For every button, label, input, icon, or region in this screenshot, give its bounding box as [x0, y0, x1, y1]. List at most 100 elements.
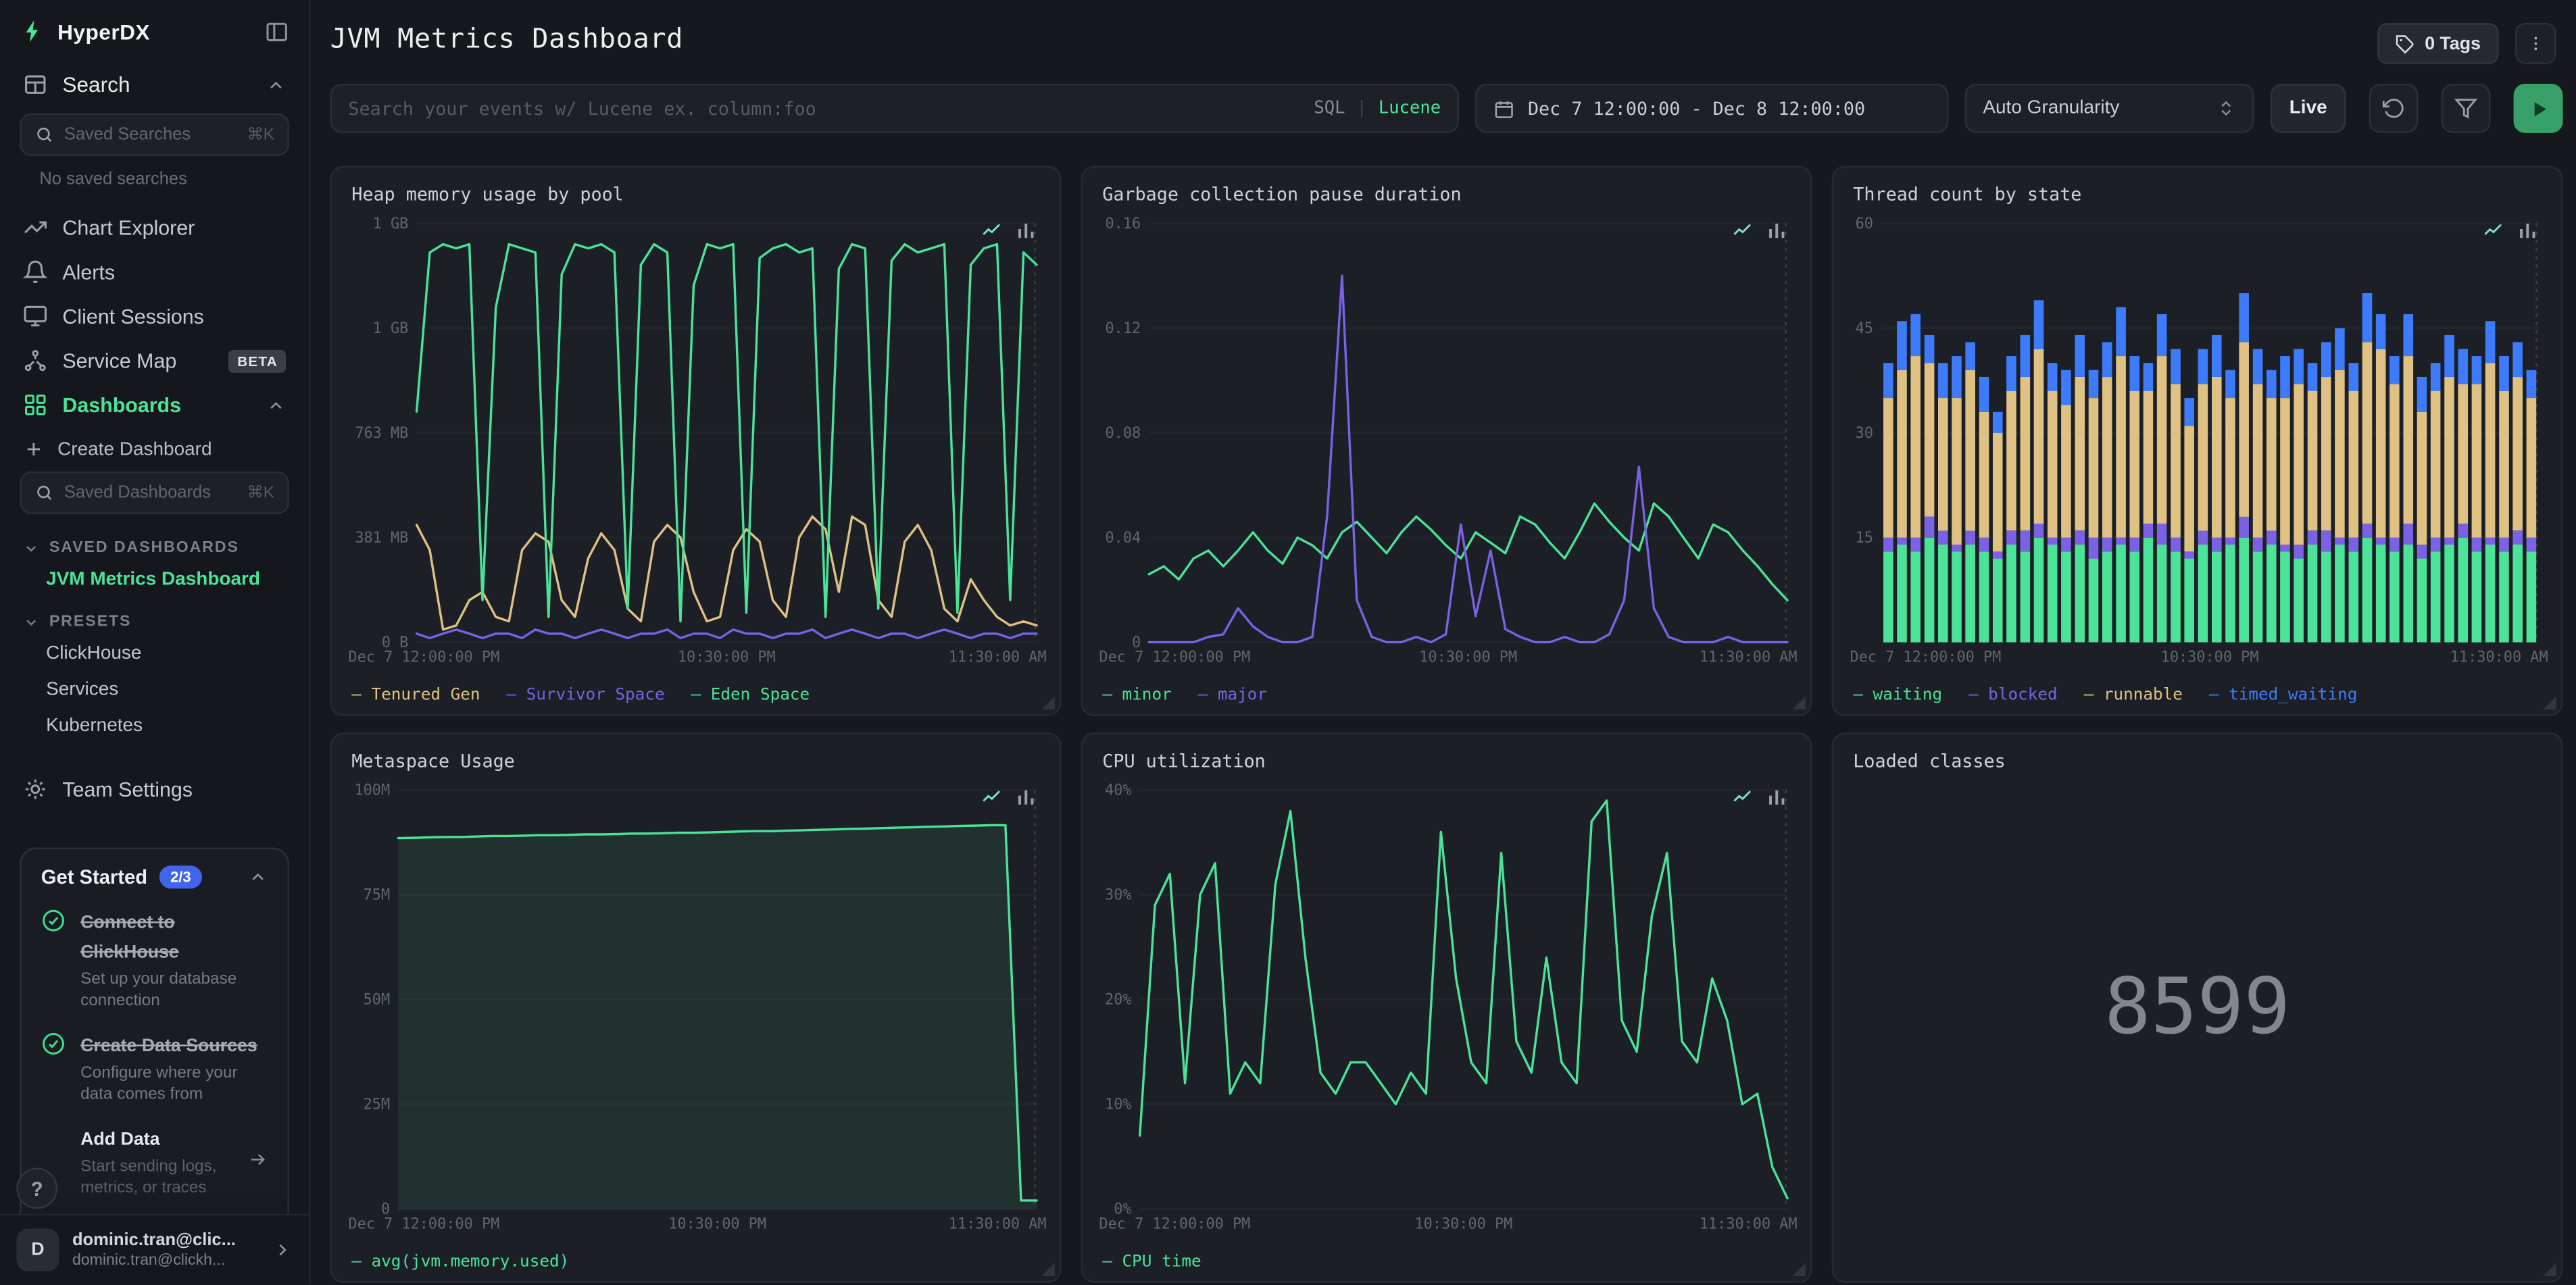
shortcut-hint: ⌘K — [247, 483, 274, 502]
sidebar-item-kubernetes[interactable]: Kubernetes — [0, 708, 309, 744]
line-chart-icon[interactable] — [1731, 220, 1753, 242]
svg-text:11:30:00 AM: 11:30:00 AM — [1700, 649, 1798, 665]
bar-chart-icon[interactable] — [1015, 220, 1037, 242]
sql-toggle[interactable]: SQL — [1314, 99, 1345, 118]
sidebar-item-jvm-metrics-dashboard[interactable]: JVM Metrics Dashboard — [0, 561, 309, 597]
monitor-icon — [23, 304, 47, 328]
chart-panel-loaded-classes: Loaded classes 8599 — [1831, 732, 2563, 1283]
user-menu[interactable]: D dominic.tran@clic... dominic.tran@clic… — [0, 1213, 309, 1285]
svg-text:10:30:00 PM: 10:30:00 PM — [668, 1215, 766, 1232]
granularity-value: Auto Granularity — [1983, 98, 2120, 119]
chevron-up-icon — [266, 395, 286, 415]
sidebar-section-search[interactable]: Search — [0, 59, 309, 110]
check-circle-icon — [41, 908, 66, 932]
legend-item[interactable]: — Tenured Gen — [351, 686, 480, 705]
svg-text:10%: 10% — [1105, 1097, 1132, 1113]
legend-item[interactable]: — CPU time — [1102, 1253, 1201, 1271]
chart-canvas[interactable]: 60 45 30 15 Dec 7 12:00:00 PM 10:30:00 PM 11:3… — [1847, 213, 2548, 665]
svg-text:381 MB: 381 MB — [355, 530, 408, 547]
sidebar-item-alerts[interactable]: Alerts — [0, 250, 309, 295]
legend-item[interactable]: — timed_waiting — [2209, 686, 2358, 705]
svg-text:20%: 20% — [1105, 992, 1132, 1009]
date-range-picker[interactable]: Dec 7 12:00:00 - Dec 8 12:00:00 — [1475, 83, 1949, 133]
user-email: dominic.tran@clickh... — [72, 1251, 226, 1269]
create-dashboard-button[interactable]: Create Dashboard — [0, 427, 309, 468]
bar-chart-icon[interactable] — [1015, 787, 1037, 809]
legend-item[interactable]: — blocked — [1968, 686, 2058, 705]
resize-handle[interactable] — [1792, 1263, 1806, 1276]
get-started-card: Get Started 2/3 Connect to ClickHouse Se… — [20, 847, 289, 1244]
tags-label: 0 Tags — [2425, 33, 2481, 54]
hyperdx-logo-icon — [20, 18, 46, 45]
chart-legend: — minor — major — [1102, 686, 1267, 705]
lucene-toggle[interactable]: Lucene — [1379, 99, 1441, 118]
presets-section-header[interactable]: PRESETS — [0, 598, 309, 636]
chart-canvas[interactable]: 100M 75M 50M 25M 0 Dec 7 12:00:00 PM 10:30:00 … — [345, 780, 1047, 1232]
resize-handle[interactable] — [1041, 1263, 1055, 1276]
saved-searches-input[interactable]: Saved Searches ⌘K — [20, 113, 289, 156]
nav-label: Client Sessions — [62, 304, 204, 328]
saved-dashboards-section-header[interactable]: SAVED DASHBOARDS — [0, 524, 309, 562]
svg-text:60: 60 — [1856, 216, 1873, 232]
legend-item[interactable]: — runnable — [2084, 686, 2183, 705]
sidebar-item-clickhouse[interactable]: ClickHouse — [0, 636, 309, 672]
sidebar-item-dashboards[interactable]: Dashboards — [0, 382, 309, 427]
sidebar-item-chart-explorer[interactable]: Chart Explorer — [0, 205, 309, 250]
legend-item[interactable]: — minor — [1102, 686, 1171, 705]
saved-dashboards-input[interactable]: Saved Dashboards ⌘K — [20, 471, 289, 514]
check-circle-icon — [41, 1032, 66, 1056]
run-query-button[interactable] — [2513, 83, 2563, 133]
sidebar-item-team-settings[interactable]: Team Settings — [0, 767, 309, 811]
resize-handle[interactable] — [2543, 1263, 2556, 1276]
search-icon — [34, 125, 54, 145]
chevron-down-icon — [26, 619, 36, 625]
resize-handle[interactable] — [1041, 696, 1055, 710]
live-button[interactable]: Live — [2270, 83, 2346, 133]
tags-button[interactable]: 0 Tags — [2377, 23, 2499, 64]
app-window: HyperDX Search Saved Searches ⌘K No save… — [0, 0, 2576, 1285]
chart-panel-heap-memory: Heap memory usage by pool 1 GB 1 GB 763 MB… — [330, 166, 1062, 716]
line-chart-icon[interactable] — [981, 220, 1002, 242]
more-menu-button[interactable] — [2515, 23, 2556, 64]
legend-item[interactable]: — avg(jvm.memory.used) — [351, 1253, 569, 1271]
legend-item[interactable]: — major — [1198, 686, 1267, 705]
legend-item[interactable]: — Survivor Space — [506, 686, 664, 705]
sidebar-item-services[interactable]: Services — [0, 672, 309, 707]
progress-badge: 2/3 — [159, 865, 203, 889]
line-chart-icon[interactable] — [981, 787, 1002, 809]
legend-item[interactable]: — waiting — [1853, 686, 1942, 705]
chart-canvas[interactable]: 40% 30% 20% 10% 0% Dec 7 12:00:00 PM 10:30:00 … — [1096, 780, 1797, 1232]
collapse-sidebar-icon[interactable] — [264, 19, 289, 43]
bar-chart-icon[interactable] — [1766, 787, 1787, 809]
sidebar: HyperDX Search Saved Searches ⌘K No save… — [0, 0, 311, 1285]
granularity-select[interactable]: Auto Granularity — [1964, 83, 2254, 133]
svg-text:Dec 7 12:00:00 PM: Dec 7 12:00:00 PM — [1099, 1215, 1250, 1232]
filter-button[interactable] — [2441, 83, 2491, 133]
svg-text:45: 45 — [1856, 320, 1873, 337]
chevron-up-icon[interactable] — [248, 867, 268, 887]
sidebar-item-client-sessions[interactable]: Client Sessions — [0, 294, 309, 338]
chart-legend: — waiting — blocked — runnable — timed_waiting — [1853, 686, 2357, 705]
service-map-icon — [23, 348, 47, 372]
bell-icon — [23, 259, 48, 284]
line-chart-icon[interactable] — [2482, 220, 2504, 242]
event-search-input[interactable]: Search your events w/ Lucene ex. column:… — [330, 83, 1459, 133]
help-button[interactable]: ? — [16, 1167, 58, 1209]
chart-panel-cpu: CPU utilization 40% 30% 20% 10% 0% Dec 7 12:0… — [1081, 732, 1812, 1283]
resize-handle[interactable] — [1792, 696, 1806, 710]
sidebar-item-service-map[interactable]: Service Map BETA — [0, 338, 309, 383]
refresh-button[interactable] — [2369, 83, 2419, 133]
step-title: Add Data — [80, 1130, 160, 1150]
chart-canvas[interactable]: 0.16 0.12 0.08 0.04 0 Dec 7 12:00:00 PM 10:30:… — [1096, 213, 1798, 665]
legend-item[interactable]: — Eden Space — [691, 686, 810, 705]
get-started-step[interactable]: Add Data Start sending logs, metrics, or… — [41, 1124, 268, 1199]
page-title: JVM Metrics Dashboard — [330, 23, 684, 55]
bar-chart-icon[interactable] — [2517, 220, 2538, 242]
get-started-step[interactable]: Create Data Sources Configure where your… — [41, 1030, 268, 1105]
line-chart-icon[interactable] — [1731, 787, 1753, 809]
chart-canvas[interactable]: 1 GB 1 GB 763 MB 381 MB 0 B Dec 7 12:00:00 PM… — [345, 213, 1047, 665]
bar-chart-icon[interactable] — [1766, 220, 1787, 242]
resize-handle[interactable] — [2543, 696, 2556, 710]
get-started-step[interactable]: Connect to ClickHouse Set up your databa… — [41, 907, 268, 1012]
chevron-right-icon — [273, 1240, 293, 1259]
